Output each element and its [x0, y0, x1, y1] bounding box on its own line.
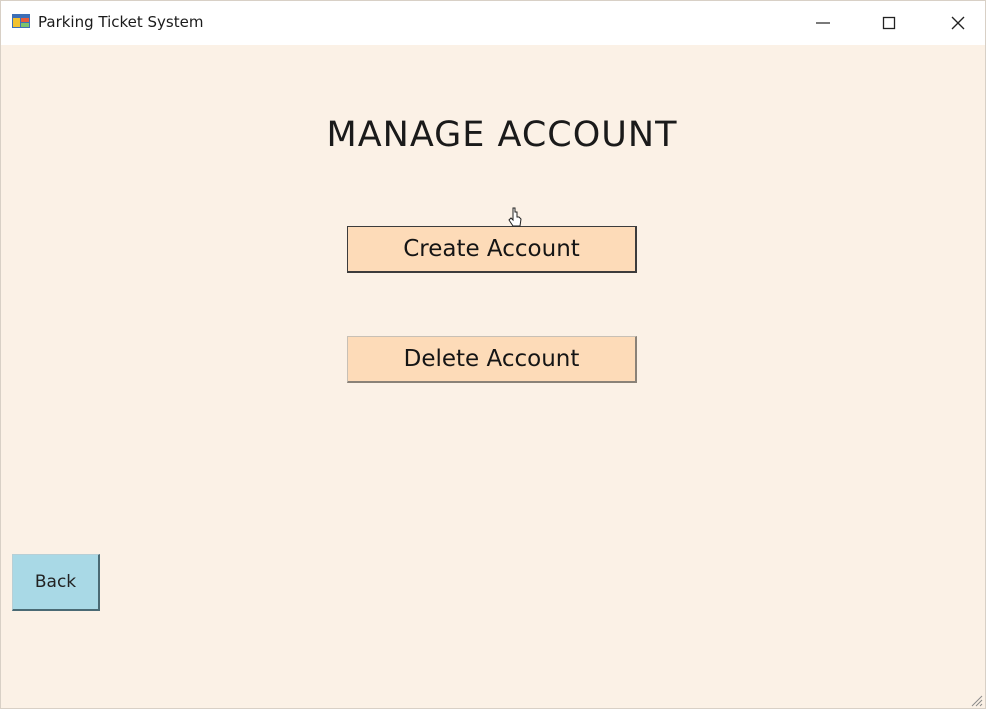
resize-grip-icon[interactable]: [969, 692, 983, 707]
minimize-icon: [815, 15, 831, 31]
close-button[interactable]: [928, 1, 986, 45]
app-icon: [11, 12, 31, 30]
maximize-button[interactable]: [859, 1, 919, 45]
delete-account-button[interactable]: Delete Account: [347, 336, 637, 383]
close-icon: [950, 15, 966, 31]
app-window: Parking Ticket System MANAGE ACCOUNT Cre…: [0, 0, 986, 709]
minimize-button[interactable]: [793, 1, 853, 45]
mouse-cursor-icon: [508, 207, 524, 229]
maximize-icon: [881, 15, 897, 31]
page-title: MANAGE ACCOUNT: [326, 115, 678, 155]
window-title: Parking Ticket System: [38, 13, 204, 31]
back-button[interactable]: Back: [12, 554, 100, 611]
main-panel: MANAGE ACCOUNT Create Account Delete Acc…: [1, 45, 985, 710]
title-bar[interactable]: Parking Ticket System: [1, 1, 985, 45]
create-account-button[interactable]: Create Account: [347, 226, 637, 273]
